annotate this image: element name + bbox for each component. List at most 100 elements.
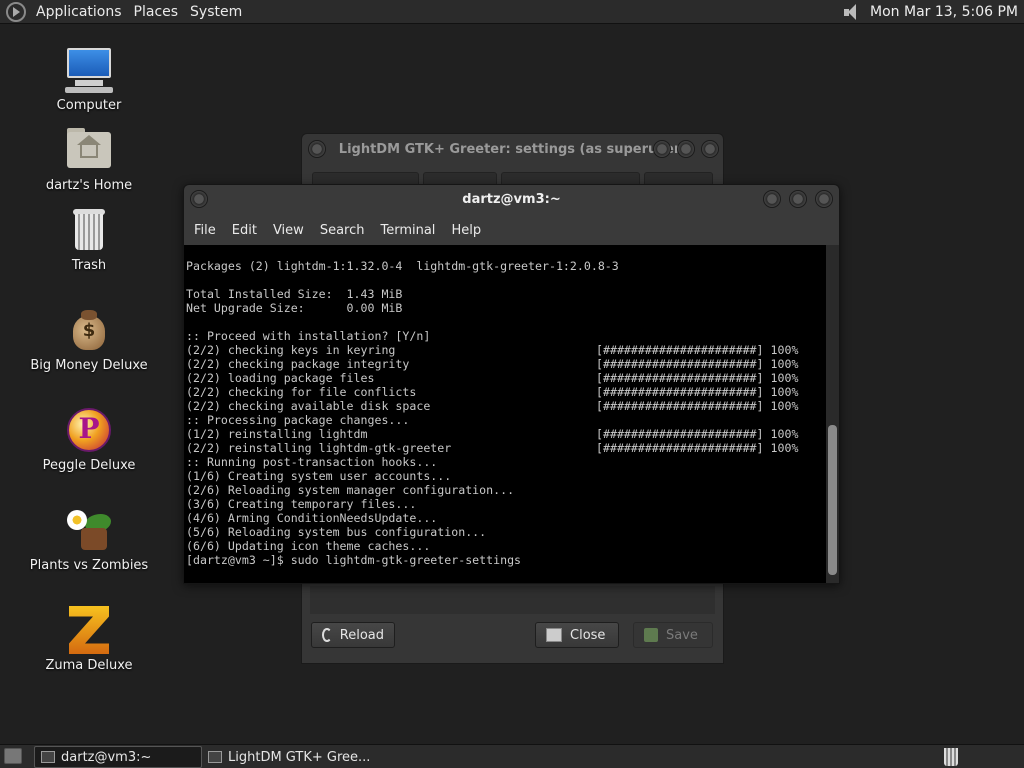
menu-help[interactable]: Help [445, 223, 491, 238]
terminal-line-text: (2/6) Reloading system manager configura… [186, 483, 515, 497]
terminal-progress: [######################] 100% [596, 357, 799, 371]
terminal-line: :: Processing package changes... [186, 413, 827, 427]
peggle-icon: P [65, 406, 113, 454]
terminal-progress: [######################] 100% [596, 385, 799, 399]
terminal-line: (2/2) checking available disk space [####… [186, 399, 827, 413]
terminal-line-text: :: Proceed with installation? [Y/n] [186, 329, 431, 343]
menu-system[interactable]: System [184, 0, 248, 24]
computer-icon [65, 46, 113, 94]
window-menu-icon[interactable] [190, 190, 208, 208]
scrollbar-thumb[interactable] [828, 425, 837, 575]
desktop-icon-label: dartz's Home [45, 178, 133, 193]
menu-edit[interactable]: Edit [226, 223, 267, 238]
minimize-icon[interactable] [653, 140, 671, 158]
save-button[interactable]: Save [633, 622, 713, 648]
close-icon[interactable] [701, 140, 719, 158]
taskbar-item-label: LightDM GTK+ Gree... [228, 749, 371, 765]
taskbar-item-lightdm-settings[interactable]: LightDM GTK+ Gree... [202, 746, 402, 768]
terminal-lines: Packages (2) lightdm-1:1.32.0-4 lightdm-… [184, 245, 827, 567]
terminal-line-text: (2/2) reinstalling lightdm-gtk-greeter [186, 441, 452, 455]
terminal-line-text: (4/6) Arming ConditionNeedsUpdate... [186, 511, 438, 525]
terminal-line-text: :: Processing package changes... [186, 413, 410, 427]
maximize-icon[interactable] [789, 190, 807, 208]
desktop-icon-plants-vs-zombies[interactable]: Plants vs Zombies [19, 506, 159, 573]
close-button[interactable]: Close [535, 622, 619, 648]
terminal-line-text: :: Running post-transaction hooks... [186, 455, 438, 469]
clock[interactable]: Mon Mar 13, 5:06 PM [870, 4, 1018, 20]
desktop-icon-zuma[interactable]: Zuma Deluxe [19, 606, 159, 673]
settings-content [310, 586, 715, 614]
settings-footer: Reload Close Save [302, 622, 723, 662]
menu-file[interactable]: File [188, 223, 226, 238]
terminal-progress: [######################] 100% [596, 441, 799, 455]
bottom-panel: dartz@vm3:~ LightDM GTK+ Gree... [0, 744, 1024, 768]
desktop-icon-trash[interactable]: Trash [19, 206, 159, 273]
terminal-icon [41, 751, 55, 763]
desktop-icon-home[interactable]: dartz's Home [19, 126, 159, 193]
maximize-icon[interactable] [677, 140, 695, 158]
menu-view[interactable]: View [267, 223, 314, 238]
settings-titlebar[interactable]: LightDM GTK+ Greeter: settings (as super… [302, 134, 723, 166]
trash-icon [65, 206, 113, 254]
terminal-progress: [######################] 100% [596, 399, 799, 413]
terminal-scrollbar[interactable] [826, 245, 839, 583]
menu-places[interactable]: Places [128, 0, 185, 24]
menu-terminal[interactable]: Terminal [374, 223, 445, 238]
top-panel: Applications Places System Mon Mar 13, 5… [0, 0, 1024, 24]
terminal-line: (2/2) loading package files [############… [186, 371, 827, 385]
reload-icon [322, 628, 332, 642]
desktop-icon-peggle[interactable]: P Peggle Deluxe [19, 406, 159, 473]
distro-logo-icon[interactable] [6, 1, 26, 22]
money-bag-icon: $ [65, 306, 113, 354]
terminal-line-text: (1/2) reinstalling lightdm [186, 427, 368, 441]
home-folder-icon [65, 126, 113, 174]
trash-applet-icon[interactable] [944, 748, 958, 766]
terminal-line-text: (3/6) Creating temporary files... [186, 497, 417, 511]
settings-app-icon [208, 751, 222, 763]
menu-search[interactable]: Search [314, 223, 375, 238]
desktop-icon-big-money[interactable]: $ Big Money Deluxe [19, 306, 159, 373]
close-icon[interactable] [815, 190, 833, 208]
save-icon [644, 628, 658, 642]
terminal-line-text: (1/6) Creating system user accounts... [186, 469, 452, 483]
terminal-line: (2/2) checking keys in keyring [#########… [186, 343, 827, 357]
reload-button[interactable]: Reload [311, 622, 395, 648]
window-close-icon [546, 628, 562, 642]
terminal-line-text: (2/2) checking keys in keyring [186, 343, 396, 357]
terminal-output[interactable]: Packages (2) lightdm-1:1.32.0-4 lightdm-… [184, 245, 827, 583]
volume-icon[interactable] [842, 3, 862, 21]
desktop-icon-label: Computer [56, 98, 122, 113]
taskbar-item-terminal[interactable]: dartz@vm3:~ [34, 746, 202, 768]
terminal-line: [dartz@vm3 ~]$ sudo lightdm-gtk-greeter-… [186, 553, 827, 567]
terminal-line: Packages (2) lightdm-1:1.32.0-4 lightdm-… [186, 259, 827, 273]
terminal-window[interactable]: dartz@vm3:~ File Edit View Search Termin… [183, 184, 840, 584]
desktop-icon-computer[interactable]: Computer [19, 46, 159, 113]
plants-vs-zombies-icon [65, 506, 113, 554]
desktop-icon-label: Plants vs Zombies [29, 558, 149, 573]
terminal-progress: [######################] 100% [596, 427, 799, 441]
terminal-line: (1/6) Creating system user accounts... [186, 469, 827, 483]
terminal-line: :: Running post-transaction hooks... [186, 455, 827, 469]
window-menu-icon[interactable] [308, 140, 326, 158]
reload-label: Reload [339, 627, 384, 643]
desktop-icon-label: Zuma Deluxe [45, 658, 133, 673]
terminal-progress: [######################] 100% [596, 343, 799, 357]
terminal-line-text: (6/6) Updating icon theme caches... [186, 539, 431, 553]
taskbar-item-label: dartz@vm3:~ [61, 749, 152, 765]
terminal-line-text: (2/2) checking available disk space [186, 399, 431, 413]
show-desktop-icon[interactable] [4, 748, 22, 764]
terminal-line-text: (2/2) loading package files [186, 371, 375, 385]
terminal-titlebar[interactable]: dartz@vm3:~ [184, 185, 839, 215]
terminal-line: (2/2) checking for file conflicts [######… [186, 385, 827, 399]
terminal-line-text: (2/2) checking package integrity [186, 357, 410, 371]
terminal-line: Net Upgrade Size: 0.00 MiB [186, 301, 827, 315]
close-label: Close [570, 627, 606, 643]
terminal-line: (3/6) Creating temporary files... [186, 497, 827, 511]
desktop-icon-label: Peggle Deluxe [42, 458, 136, 473]
terminal-line: (2/2) checking package integrity [#######… [186, 357, 827, 371]
terminal-line: :: Proceed with installation? [Y/n] [186, 329, 827, 343]
settings-window-title: LightDM GTK+ Greeter: settings (as super… [338, 142, 687, 157]
terminal-line: (6/6) Updating icon theme caches... [186, 539, 827, 553]
minimize-icon[interactable] [763, 190, 781, 208]
menu-applications[interactable]: Applications [30, 0, 128, 24]
